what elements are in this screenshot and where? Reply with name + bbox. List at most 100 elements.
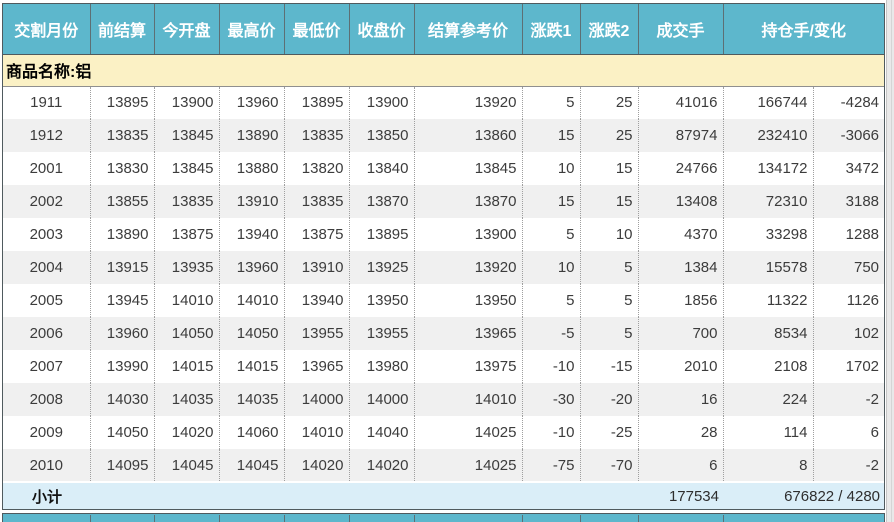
header-row: 交割月份 前结算 今开盘 最高价 最低价 收盘价 结算参考价 涨跌1 涨跌2 成… <box>3 4 884 54</box>
table-cell: 15 <box>580 185 638 218</box>
table-cell: 13890 <box>90 218 154 251</box>
table-cell: 2108 <box>723 350 813 383</box>
table-row[interactable]: 1911138951390013960138951390013920525410… <box>3 86 884 119</box>
table-cell: 166744 <box>723 86 813 119</box>
table-cell: 13900 <box>414 218 522 251</box>
table-cell: 102 <box>813 317 884 350</box>
table-cell: 13975 <box>414 350 522 383</box>
table-cell: 13955 <box>284 317 349 350</box>
table-cell: -3066 <box>813 119 884 152</box>
table-cell: -75 <box>522 449 580 482</box>
table-cell: 5 <box>580 251 638 284</box>
table-cell: -30 <box>522 383 580 416</box>
table-cell: -4284 <box>813 86 884 119</box>
table-cell: 3188 <box>813 185 884 218</box>
table-cell: 13840 <box>349 152 414 185</box>
table-row[interactable]: 2007139901401514015139651398013975-10-15… <box>3 350 884 383</box>
table-cell: 13870 <box>349 185 414 218</box>
table-row[interactable]: 2004139151393513960139101392513920105138… <box>3 251 884 284</box>
table-cell: 6 <box>813 416 884 449</box>
table-cell: -10 <box>522 350 580 383</box>
table-row[interactable]: 2003138901387513940138751389513900510437… <box>3 218 884 251</box>
table-cell: 700 <box>638 317 723 350</box>
table-row[interactable]: 2002138551383513910138351387013870151513… <box>3 185 884 218</box>
table-cell: 14035 <box>219 383 284 416</box>
table-cell: 114 <box>723 416 813 449</box>
table-cell: 13875 <box>284 218 349 251</box>
table-cell: 1856 <box>638 284 723 317</box>
table-body: 1911138951390013960138951390013920525410… <box>3 86 884 482</box>
table-cell: 13875 <box>154 218 219 251</box>
table-cell: 2006 <box>3 317 90 350</box>
table-cell: 5 <box>522 86 580 119</box>
table-cell: 15 <box>580 152 638 185</box>
table-cell: 13965 <box>414 317 522 350</box>
scrollbar-track[interactable] <box>886 0 894 522</box>
table-row[interactable]: 2009140501402014060140101404014025-10-25… <box>3 416 884 449</box>
table-cell: 14000 <box>349 383 414 416</box>
table-header: 交割月份 前结算 今开盘 最高价 最低价 收盘价 结算参考价 涨跌1 涨跌2 成… <box>3 4 884 54</box>
table-cell: 14010 <box>284 416 349 449</box>
subtotal-open-interest-change: 676822 / 4280 <box>723 482 884 509</box>
col-header-open: 今开盘 <box>154 4 219 54</box>
table-cell: 13910 <box>284 251 349 284</box>
table-cell: 2001 <box>3 152 90 185</box>
table-cell: 15 <box>522 185 580 218</box>
table-cell: 13900 <box>154 86 219 119</box>
table-cell: 15 <box>522 119 580 152</box>
table-row[interactable]: 1912138351384513890138351385013860152587… <box>3 119 884 152</box>
table-cell: 13845 <box>414 152 522 185</box>
table-cell: 10 <box>522 251 580 284</box>
table-cell: 13920 <box>414 86 522 119</box>
table-cell: 1126 <box>813 284 884 317</box>
table-cell: 2008 <box>3 383 90 416</box>
table-cell: 14035 <box>154 383 219 416</box>
table-cell: 13990 <box>90 350 154 383</box>
table-cell: 14045 <box>219 449 284 482</box>
table-cell: 13950 <box>349 284 414 317</box>
table-row[interactable]: 2005139451401014010139401395013950551856… <box>3 284 884 317</box>
table-cell: 13960 <box>90 317 154 350</box>
table-cell: 13920 <box>414 251 522 284</box>
table-cell: 13860 <box>414 119 522 152</box>
table-cell: 2004 <box>3 251 90 284</box>
col-header-delivery-month: 交割月份 <box>3 4 90 54</box>
table-row[interactable]: 2010140951404514045140201402014025-75-70… <box>3 449 884 482</box>
table-cell: 13950 <box>414 284 522 317</box>
table-cell: 13925 <box>349 251 414 284</box>
table-cell: 13965 <box>284 350 349 383</box>
table-cell: 13945 <box>90 284 154 317</box>
scrollbar-track-line <box>891 0 892 522</box>
table-row[interactable]: 2008140301403514035140001400014010-30-20… <box>3 383 884 416</box>
table-cell: 224 <box>723 383 813 416</box>
col-header-close: 收盘价 <box>349 4 414 54</box>
table-cell: 14030 <box>90 383 154 416</box>
table-cell: 2009 <box>3 416 90 449</box>
table-cell: 14060 <box>219 416 284 449</box>
table-cell: 2010 <box>3 449 90 482</box>
table-cell: 72310 <box>723 185 813 218</box>
table-row[interactable]: 2001138301384513880138201384013845101524… <box>3 152 884 185</box>
table-cell: 10 <box>580 218 638 251</box>
table-cell: -10 <box>522 416 580 449</box>
next-commodity-header-strip <box>2 513 885 522</box>
table-cell: 5 <box>522 284 580 317</box>
col-header-open-interest-change: 持仓手/变化 <box>723 4 884 54</box>
column-divider <box>90 515 91 522</box>
table-cell: 14010 <box>414 383 522 416</box>
table-cell: 14025 <box>414 416 522 449</box>
table-cell: 11322 <box>723 284 813 317</box>
table-cell: 1702 <box>813 350 884 383</box>
table-row[interactable]: 2006139601405014050139551395513965-55700… <box>3 317 884 350</box>
table-cell: 28 <box>638 416 723 449</box>
commodity-name-label: 商品名称:铝 <box>3 54 884 86</box>
table-cell: 33298 <box>723 218 813 251</box>
table-cell: 2007 <box>3 350 90 383</box>
table-cell: 13915 <box>90 251 154 284</box>
table-cell: 4370 <box>638 218 723 251</box>
subtotal-label: 小计 <box>3 482 638 509</box>
table-cell: 134172 <box>723 152 813 185</box>
table-cell: 14095 <box>90 449 154 482</box>
table-cell: 14050 <box>219 317 284 350</box>
table-cell: 14045 <box>154 449 219 482</box>
